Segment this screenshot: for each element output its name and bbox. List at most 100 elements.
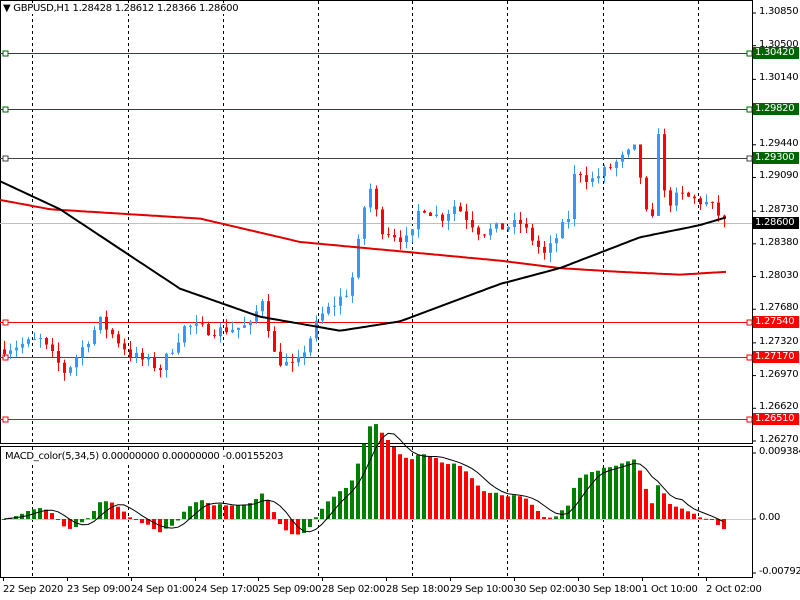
level-price-tag[interactable]: 1.26510: [753, 413, 799, 425]
macd-bar-up: [584, 474, 588, 519]
time-axis-label: 22 Sep 2020: [3, 584, 64, 595]
bull-candle: [33, 339, 36, 341]
bull-candle: [147, 357, 150, 360]
price-scale-label: 1.27320: [759, 335, 799, 347]
bear-candle: [141, 352, 144, 360]
bull-candle: [411, 229, 414, 236]
macd-bar-up: [86, 518, 90, 520]
macd-bar-down: [518, 496, 522, 519]
macd-bar-down: [680, 508, 684, 519]
dropdown-triangle-icon[interactable]: ▼: [3, 3, 11, 14]
bear-candle: [117, 334, 120, 344]
macd-bar-up: [368, 426, 372, 519]
level-price-tag[interactable]: 1.29820: [753, 103, 799, 115]
bull-candle: [495, 223, 498, 229]
level-handle-icon: [2, 106, 9, 113]
macd-bar-up: [590, 472, 594, 519]
level-handle-icon: [2, 354, 9, 361]
price-chart[interactable]: [0, 0, 800, 600]
macd-bar-down: [674, 506, 678, 519]
bear-candle: [213, 335, 216, 337]
macd-bar-down: [230, 505, 234, 519]
macd-bar-down: [386, 440, 390, 519]
bear-candle: [387, 234, 390, 236]
macd-bar-up: [422, 454, 426, 519]
price-scale-label: 1.26270: [759, 434, 799, 445]
bear-candle: [225, 327, 228, 333]
bull-candle: [549, 243, 552, 253]
bear-candle: [465, 211, 468, 220]
macd-bar-down: [530, 504, 534, 519]
bull-candle: [561, 222, 564, 239]
bear-candle: [645, 177, 648, 210]
bull-candle: [165, 353, 168, 371]
level-price-tag[interactable]: 1.30420: [753, 47, 799, 59]
bull-candle: [219, 327, 222, 337]
macd-bar-up: [170, 519, 174, 526]
macd-bar-down: [488, 492, 492, 519]
macd-bar-down: [428, 456, 432, 519]
bear-candle: [381, 209, 384, 235]
bear-candle: [663, 134, 666, 191]
bear-candle: [471, 219, 474, 228]
macd-bar-down: [134, 519, 138, 520]
macd-bar-down: [470, 478, 474, 519]
time-axis-label: 30 Sep 18:00: [578, 584, 642, 595]
level-price-tag[interactable]: 1.29300: [753, 152, 799, 164]
macd-bar-up: [182, 511, 186, 519]
bull-candle: [171, 352, 174, 354]
macd-bar-up: [362, 443, 366, 519]
macd-bar-up: [602, 467, 606, 519]
level-handle-icon: [2, 155, 9, 162]
macd-bar-down: [722, 519, 726, 530]
level-price-tag[interactable]: 1.27170: [753, 351, 799, 363]
macd-bar-down: [398, 454, 402, 519]
bull-candle: [339, 296, 342, 306]
bear-candle: [429, 212, 432, 216]
bull-candle: [177, 342, 180, 353]
bear-candle: [375, 188, 378, 210]
bear-candle: [651, 209, 654, 216]
macd-bar-down: [266, 500, 270, 519]
bull-candle: [657, 134, 660, 216]
bear-candle: [3, 349, 6, 355]
bull-candle: [597, 176, 600, 179]
macd-bar-up: [620, 463, 624, 519]
bull-candle: [315, 320, 318, 339]
bull-candle: [195, 323, 198, 326]
level-handle-icon: [2, 319, 9, 326]
bear-candle: [477, 227, 480, 235]
bull-candle: [21, 343, 24, 348]
bull-candle: [357, 238, 360, 278]
macd-bar-down: [542, 516, 546, 519]
bear-candle: [273, 331, 276, 352]
bear-candle: [393, 235, 396, 238]
macd-bar-down: [536, 510, 540, 519]
bull-candle: [183, 326, 186, 343]
level-price-tag[interactable]: 1.27540: [753, 316, 799, 328]
low-value: 1.28366: [156, 3, 197, 14]
bear-candle: [423, 210, 426, 213]
bull-candle: [507, 227, 510, 230]
macd-scale-label: -0.007927: [759, 566, 800, 577]
bull-candle: [345, 295, 348, 297]
bull-candle: [591, 178, 594, 182]
price-scale-label: 1.26620: [759, 401, 799, 413]
bull-candle: [75, 357, 78, 368]
macd-bar-down: [404, 457, 408, 519]
macd-bar-down: [686, 511, 690, 519]
macd-scale-label: 0.00: [759, 512, 781, 523]
bull-candle: [369, 188, 372, 208]
macd-bar-up: [344, 487, 348, 519]
bull-candle: [351, 277, 354, 296]
price-scale-label: 1.30850: [759, 6, 799, 17]
bear-candle: [291, 361, 294, 363]
price-scale-label: 1.28030: [759, 269, 799, 281]
level-handle-icon: [746, 354, 753, 361]
bull-candle: [243, 325, 246, 328]
bear-candle: [531, 227, 534, 241]
price-scale-label: 1.29090: [759, 170, 799, 182]
macd-bar-up: [554, 516, 558, 519]
bull-candle: [87, 343, 90, 348]
macd-bar-up: [194, 502, 198, 519]
